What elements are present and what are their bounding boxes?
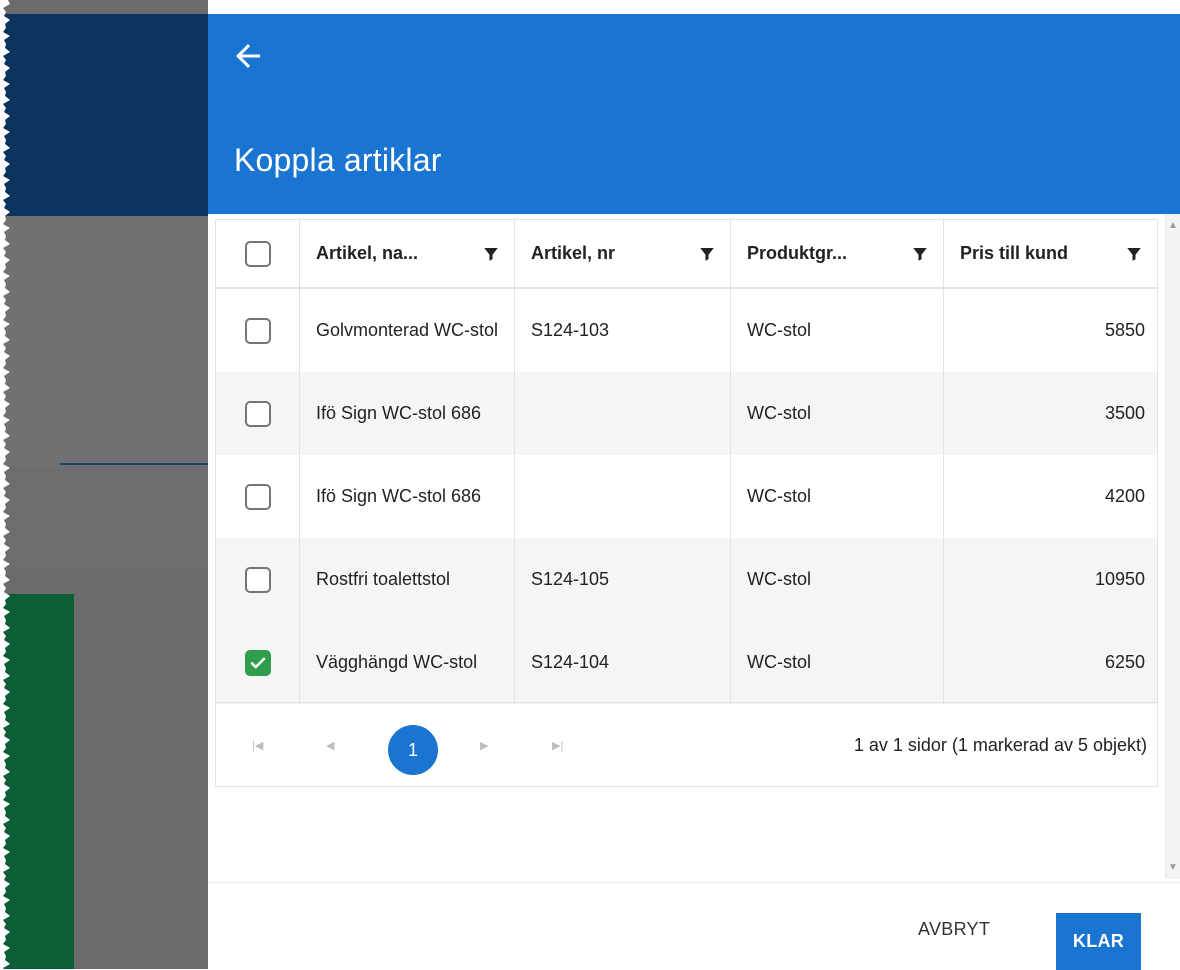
cell-price: 6250 — [1104, 652, 1145, 672]
cell-article-number — [515, 455, 731, 538]
select-all-checkbox[interactable] — [244, 240, 271, 267]
column-header-label: Artikel, na... — [316, 243, 419, 263]
cell-product-group: WC-stol — [731, 621, 944, 704]
next-page-icon[interactable]: ▶ — [480, 739, 488, 752]
cell-product-group: WC-stol — [731, 289, 944, 372]
row-checkbox[interactable] — [244, 566, 271, 593]
select-all-cell — [216, 220, 300, 287]
arrow-left-icon — [236, 44, 260, 68]
scroll-up-icon[interactable]: ▲ — [1168, 220, 1178, 231]
table-row[interactable]: Ifö Sign WC-stol 686 WC-stol 3500 — [216, 372, 1157, 455]
filter-icon[interactable] — [698, 245, 716, 263]
background-page — [0, 0, 208, 969]
row-select-cell — [216, 372, 300, 455]
cell-price: 10950 — [1094, 569, 1145, 589]
column-header-product-group[interactable]: Produktgr... — [731, 220, 944, 287]
row-checkbox[interactable] — [244, 483, 271, 510]
cell-product-group: WC-stol — [731, 538, 944, 621]
torn-edge — [0, 0, 10, 969]
table-row[interactable]: Golvmonterad WC-stol S124-103 WC-stol 58… — [216, 289, 1157, 372]
row-checkbox[interactable] — [244, 317, 271, 344]
first-page-icon[interactable]: |◀ — [252, 739, 263, 752]
cell-article-name: Ifö Sign WC-stol 686 — [300, 455, 515, 538]
cell-article-name: Rostfri toalettstol — [300, 538, 515, 621]
checkmark-icon — [250, 657, 265, 668]
background-panel — [0, 216, 208, 466]
previous-page-icon[interactable]: ◀ — [326, 739, 334, 752]
cell-article-number: S124-105 — [515, 538, 731, 621]
background-panel-lower — [0, 466, 208, 570]
column-header-label: Artikel, nr — [531, 243, 616, 263]
cell-product-group: WC-stol — [731, 372, 944, 455]
cell-article-number — [515, 372, 731, 455]
cell-price: 5850 — [1104, 320, 1145, 340]
filter-icon[interactable] — [911, 245, 929, 263]
column-header-article-name[interactable]: Artikel, na... — [300, 220, 515, 287]
column-header-customer-price[interactable]: Pris till kund — [944, 220, 1157, 287]
done-button[interactable]: KLAR — [1056, 913, 1141, 970]
last-page-icon[interactable]: ▶| — [552, 739, 563, 752]
column-header-article-number[interactable]: Artikel, nr — [515, 220, 731, 287]
dialog-footer: AVBRYT KLAR — [208, 882, 1180, 970]
pager-info: 1 av 1 sidor (1 markerad av 5 objekt) — [853, 735, 1147, 755]
table-row[interactable]: Ifö Sign WC-stol 686 WC-stol 4200 — [216, 455, 1157, 538]
dialog-header: Koppla artiklar — [208, 14, 1180, 214]
column-header-label: Produktgr... — [747, 243, 848, 263]
scroll-down-icon[interactable]: ▼ — [1168, 862, 1178, 873]
row-select-cell — [216, 289, 300, 372]
dialog-scrollbar[interactable]: ▲ ▼ — [1165, 214, 1180, 879]
table-row[interactable]: Vägghängd WC-stol S124-104 WC-stol 6250 — [216, 621, 1157, 704]
cell-article-number: S124-104 — [515, 621, 731, 704]
cell-article-number: S124-103 — [515, 289, 731, 372]
cell-article-name: Golvmonterad WC-stol — [300, 289, 515, 372]
cell-product-group: WC-stol — [731, 455, 944, 538]
articles-grid: Artikel, na... Artikel, nr Produktgr... … — [215, 219, 1158, 787]
cancel-button[interactable]: AVBRYT — [918, 919, 990, 940]
table-row[interactable]: Rostfri toalettstol S124-105 WC-stol 109… — [216, 538, 1157, 621]
background-header-block — [0, 14, 208, 216]
back-button[interactable] — [230, 38, 266, 74]
dialog-title: Koppla artiklar — [234, 142, 442, 178]
filter-icon[interactable] — [1125, 245, 1143, 263]
page-1-button[interactable]: 1 — [388, 725, 438, 775]
row-checkbox[interactable] — [244, 400, 271, 427]
cell-article-name: Vägghängd WC-stol — [300, 621, 515, 704]
row-select-cell — [216, 455, 300, 538]
link-articles-dialog: Koppla artiklar ▲ ▼ Artikel, na... Artik… — [208, 14, 1180, 970]
cell-price: 4200 — [1104, 486, 1145, 506]
column-header-label: Pris till kund — [960, 243, 1069, 263]
cell-article-name: Ifö Sign WC-stol 686 — [300, 372, 515, 455]
filter-icon[interactable] — [482, 245, 500, 263]
row-select-cell — [216, 538, 300, 621]
background-divider — [60, 463, 208, 465]
row-checkbox-checked[interactable] — [244, 649, 271, 676]
cell-price: 3500 — [1104, 403, 1145, 423]
grid-header-row: Artikel, na... Artikel, nr Produktgr... … — [216, 220, 1157, 289]
row-select-cell — [216, 621, 300, 704]
grid-pager: |◀ ◀ 1 ▶ ▶| 1 av 1 sidor (1 markerad av … — [216, 702, 1157, 787]
